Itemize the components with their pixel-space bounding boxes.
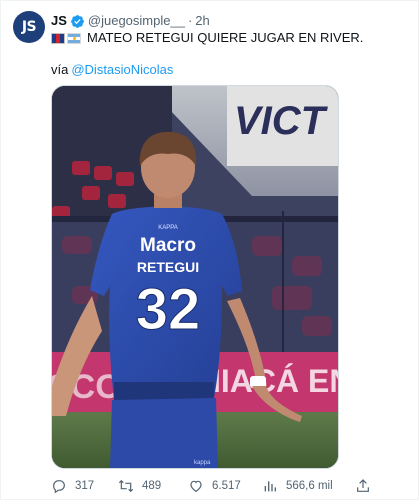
tweet-card[interactable]: JS JS @juegosimple__ · 2h MATEO RETEGUI … <box>0 0 419 500</box>
share-button[interactable] <box>355 476 371 496</box>
tweet-photo[interactable]: VICT IIACÁ EN KAPPA Macro RETEGUI 32 kap… <box>51 85 339 469</box>
reply-button[interactable]: 317 <box>51 476 94 496</box>
views-button[interactable]: 566,6 mil <box>262 476 333 496</box>
tweet-text: MATEO RETEGUI QUIERE JUGAR EN RIVER. <box>87 30 364 45</box>
like-button[interactable]: 6.517 <box>188 476 241 496</box>
verified-badge-icon <box>70 14 85 29</box>
argentina-flag-icon <box>67 32 81 44</box>
tweet-header: JS @juegosimple__ · 2h <box>51 13 210 29</box>
reply-count: 317 <box>75 480 95 492</box>
player-photo: VICT IIACÁ EN KAPPA Macro RETEGUI 32 kap… <box>52 86 339 468</box>
tweet-headline-line: MATEO RETEGUI QUIERE JUGAR EN RIVER. <box>51 30 363 46</box>
views-count: 566,6 mil <box>286 480 333 492</box>
heart-icon <box>190 480 202 493</box>
timestamp[interactable]: 2h <box>195 13 209 29</box>
jersey-brand-text: KAPPA <box>158 225 178 231</box>
avatar-logo-text: JS <box>21 19 37 35</box>
retweet-button[interactable]: 489 <box>118 476 161 496</box>
views-chart-icon <box>264 481 276 492</box>
jersey-sponsor-text: Macro <box>140 235 196 256</box>
display-name[interactable]: JS <box>51 13 67 29</box>
jersey-name-text: RETEGUI <box>137 259 199 275</box>
tigre-flag-icon <box>51 32 65 44</box>
via-line: vía @DistasioNicolas <box>51 62 173 78</box>
mention-link[interactable]: @DistasioNicolas <box>71 62 173 77</box>
like-count: 6.517 <box>212 480 241 492</box>
separator-dot: · <box>187 13 193 28</box>
reply-icon <box>53 480 65 494</box>
avatar[interactable]: JS <box>13 11 45 43</box>
retweet-count: 489 <box>142 480 162 492</box>
board-text-right: IIACÁ EN <box>212 363 339 399</box>
action-bar: 317 489 6.517 566,6 mil <box>51 476 371 496</box>
via-prefix: vía <box>51 62 69 77</box>
handle[interactable]: @juegosimple__ <box>88 13 185 29</box>
stadium-banner-text: VICT <box>234 99 329 143</box>
share-icon <box>357 479 369 492</box>
jersey-number-text: 32 <box>136 277 201 342</box>
retweet-icon <box>118 479 134 493</box>
shorts-brand-text: kappa <box>194 460 211 466</box>
